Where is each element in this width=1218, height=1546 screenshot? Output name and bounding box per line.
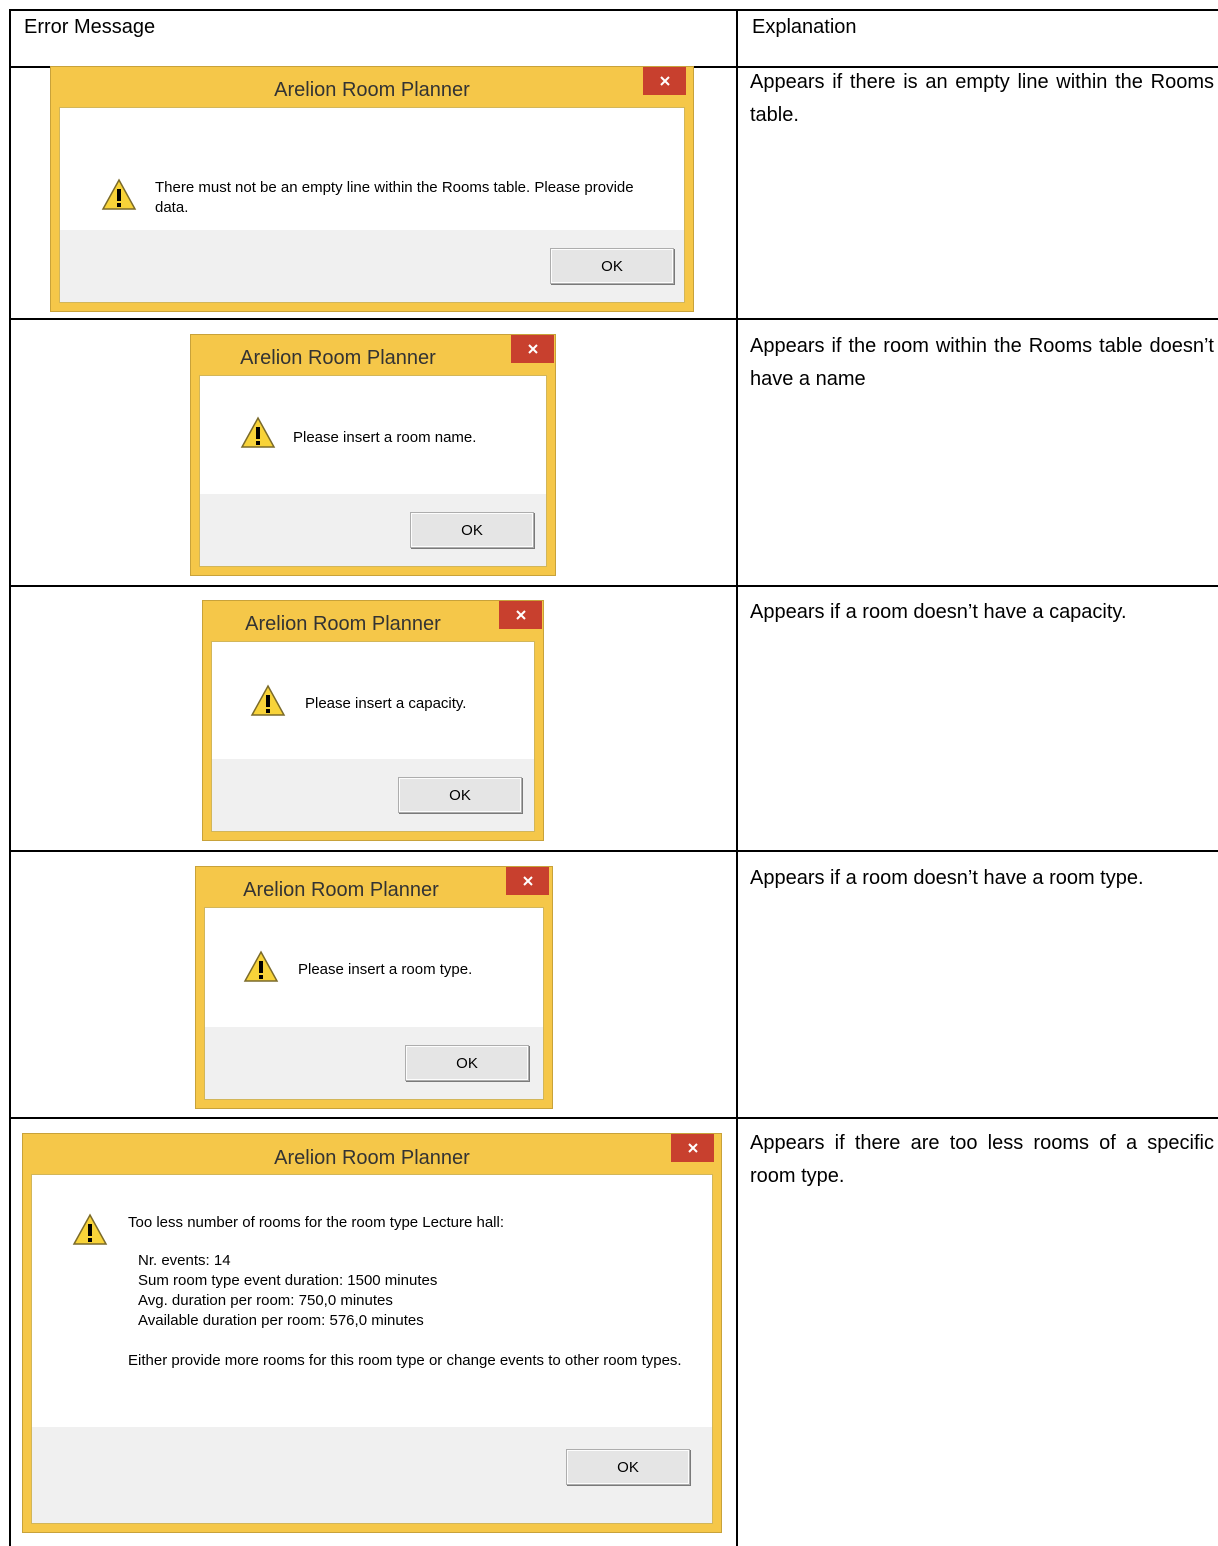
close-icon	[527, 344, 538, 354]
dialog-message: Too less number of rooms for the room ty…	[128, 1213, 688, 1371]
dialog-title: Arelion Room Planner	[240, 347, 436, 369]
table-top-border	[9, 9, 1218, 11]
warning-icon	[240, 416, 276, 448]
explanation-row-2: Appears if the room within the Rooms tab…	[750, 335, 1214, 390]
ok-button[interactable]: OK	[405, 1045, 529, 1081]
row-divider	[9, 318, 1218, 320]
dialog-message: Please insert a room name.	[293, 429, 477, 446]
dialog-body: There must not be an empty line within t…	[59, 107, 685, 303]
detail-line: Sum room type event duration: 1500 minut…	[138, 1272, 438, 1289]
dialog-room-name: Arelion Room Planner Please insert a roo…	[190, 334, 556, 576]
detail-line: Avg. duration per room: 750,0 minutes	[138, 1292, 393, 1309]
close-icon	[515, 610, 526, 620]
close-button[interactable]	[643, 67, 686, 95]
warning-icon	[243, 950, 279, 982]
message-intro: Too less number of rooms for the room ty…	[128, 1214, 505, 1231]
dialog-title: Arelion Room Planner	[243, 879, 439, 901]
explanation-row-1: Appears if there is an empty line within…	[750, 71, 1214, 126]
dialog-message: There must not be an empty line within t…	[155, 179, 634, 216]
dialog-empty-line: Arelion Room Planner There must not be a…	[50, 66, 694, 312]
dialog-footer: OK	[212, 759, 534, 831]
table-left-border	[9, 9, 11, 1546]
close-button[interactable]	[499, 601, 542, 629]
ok-button[interactable]: OK	[550, 248, 674, 284]
row-divider	[9, 850, 1218, 852]
explanation-row-3: Appears if a room doesn’t have a capacit…	[750, 601, 1127, 623]
close-button[interactable]	[511, 335, 554, 363]
detail-line: Available duration per room: 576,0 minut…	[138, 1312, 424, 1329]
dialog-message: Please insert a room type.	[298, 961, 473, 978]
dialog-too-less-rooms: Arelion Room Planner Too less number of …	[22, 1133, 722, 1533]
dialog-capacity: Arelion Room Planner Please insert a cap…	[202, 600, 544, 841]
explanation-row-5: Appears if there are too less rooms of a…	[750, 1132, 1214, 1187]
header-explanation: Explanation	[752, 16, 857, 38]
close-icon	[522, 876, 533, 886]
warning-icon	[72, 1213, 108, 1245]
dialog-title: Arelion Room Planner	[274, 1147, 470, 1169]
row-divider	[9, 1117, 1218, 1119]
ok-button[interactable]: OK	[398, 777, 522, 813]
message-outro: Either provide more rooms for this room …	[128, 1352, 682, 1369]
dialog-footer: OK	[60, 230, 684, 302]
dialog-body: Please insert a capacity. OK	[211, 641, 535, 832]
explanation-row-4: Appears if a room doesn’t have a room ty…	[750, 867, 1144, 889]
dialog-message: Please insert a capacity.	[305, 695, 467, 712]
detail-line: Nr. events: 14	[138, 1252, 231, 1269]
dialog-body: Please insert a room type. OK	[204, 907, 544, 1100]
warning-icon	[101, 178, 137, 210]
column-divider	[736, 9, 738, 1546]
ok-button[interactable]: OK	[566, 1449, 690, 1485]
dialog-title: Arelion Room Planner	[245, 613, 441, 635]
close-icon	[687, 1143, 698, 1153]
dialog-footer: OK	[32, 1427, 712, 1523]
dialog-body: Too less number of rooms for the room ty…	[31, 1174, 713, 1524]
dialog-footer: OK	[200, 494, 546, 566]
ok-button[interactable]: OK	[410, 512, 534, 548]
dialog-footer: OK	[205, 1027, 543, 1099]
close-icon	[659, 76, 670, 86]
header-error-message: Error Message	[24, 16, 156, 38]
dialog-room-type: Arelion Room Planner Please insert a roo…	[195, 866, 553, 1109]
close-button[interactable]	[506, 867, 549, 895]
close-button[interactable]	[671, 1134, 714, 1162]
warning-icon	[250, 684, 286, 716]
dialog-title: Arelion Room Planner	[274, 79, 470, 101]
row-divider	[9, 585, 1218, 587]
dialog-body: Please insert a room name. OK	[199, 375, 547, 567]
